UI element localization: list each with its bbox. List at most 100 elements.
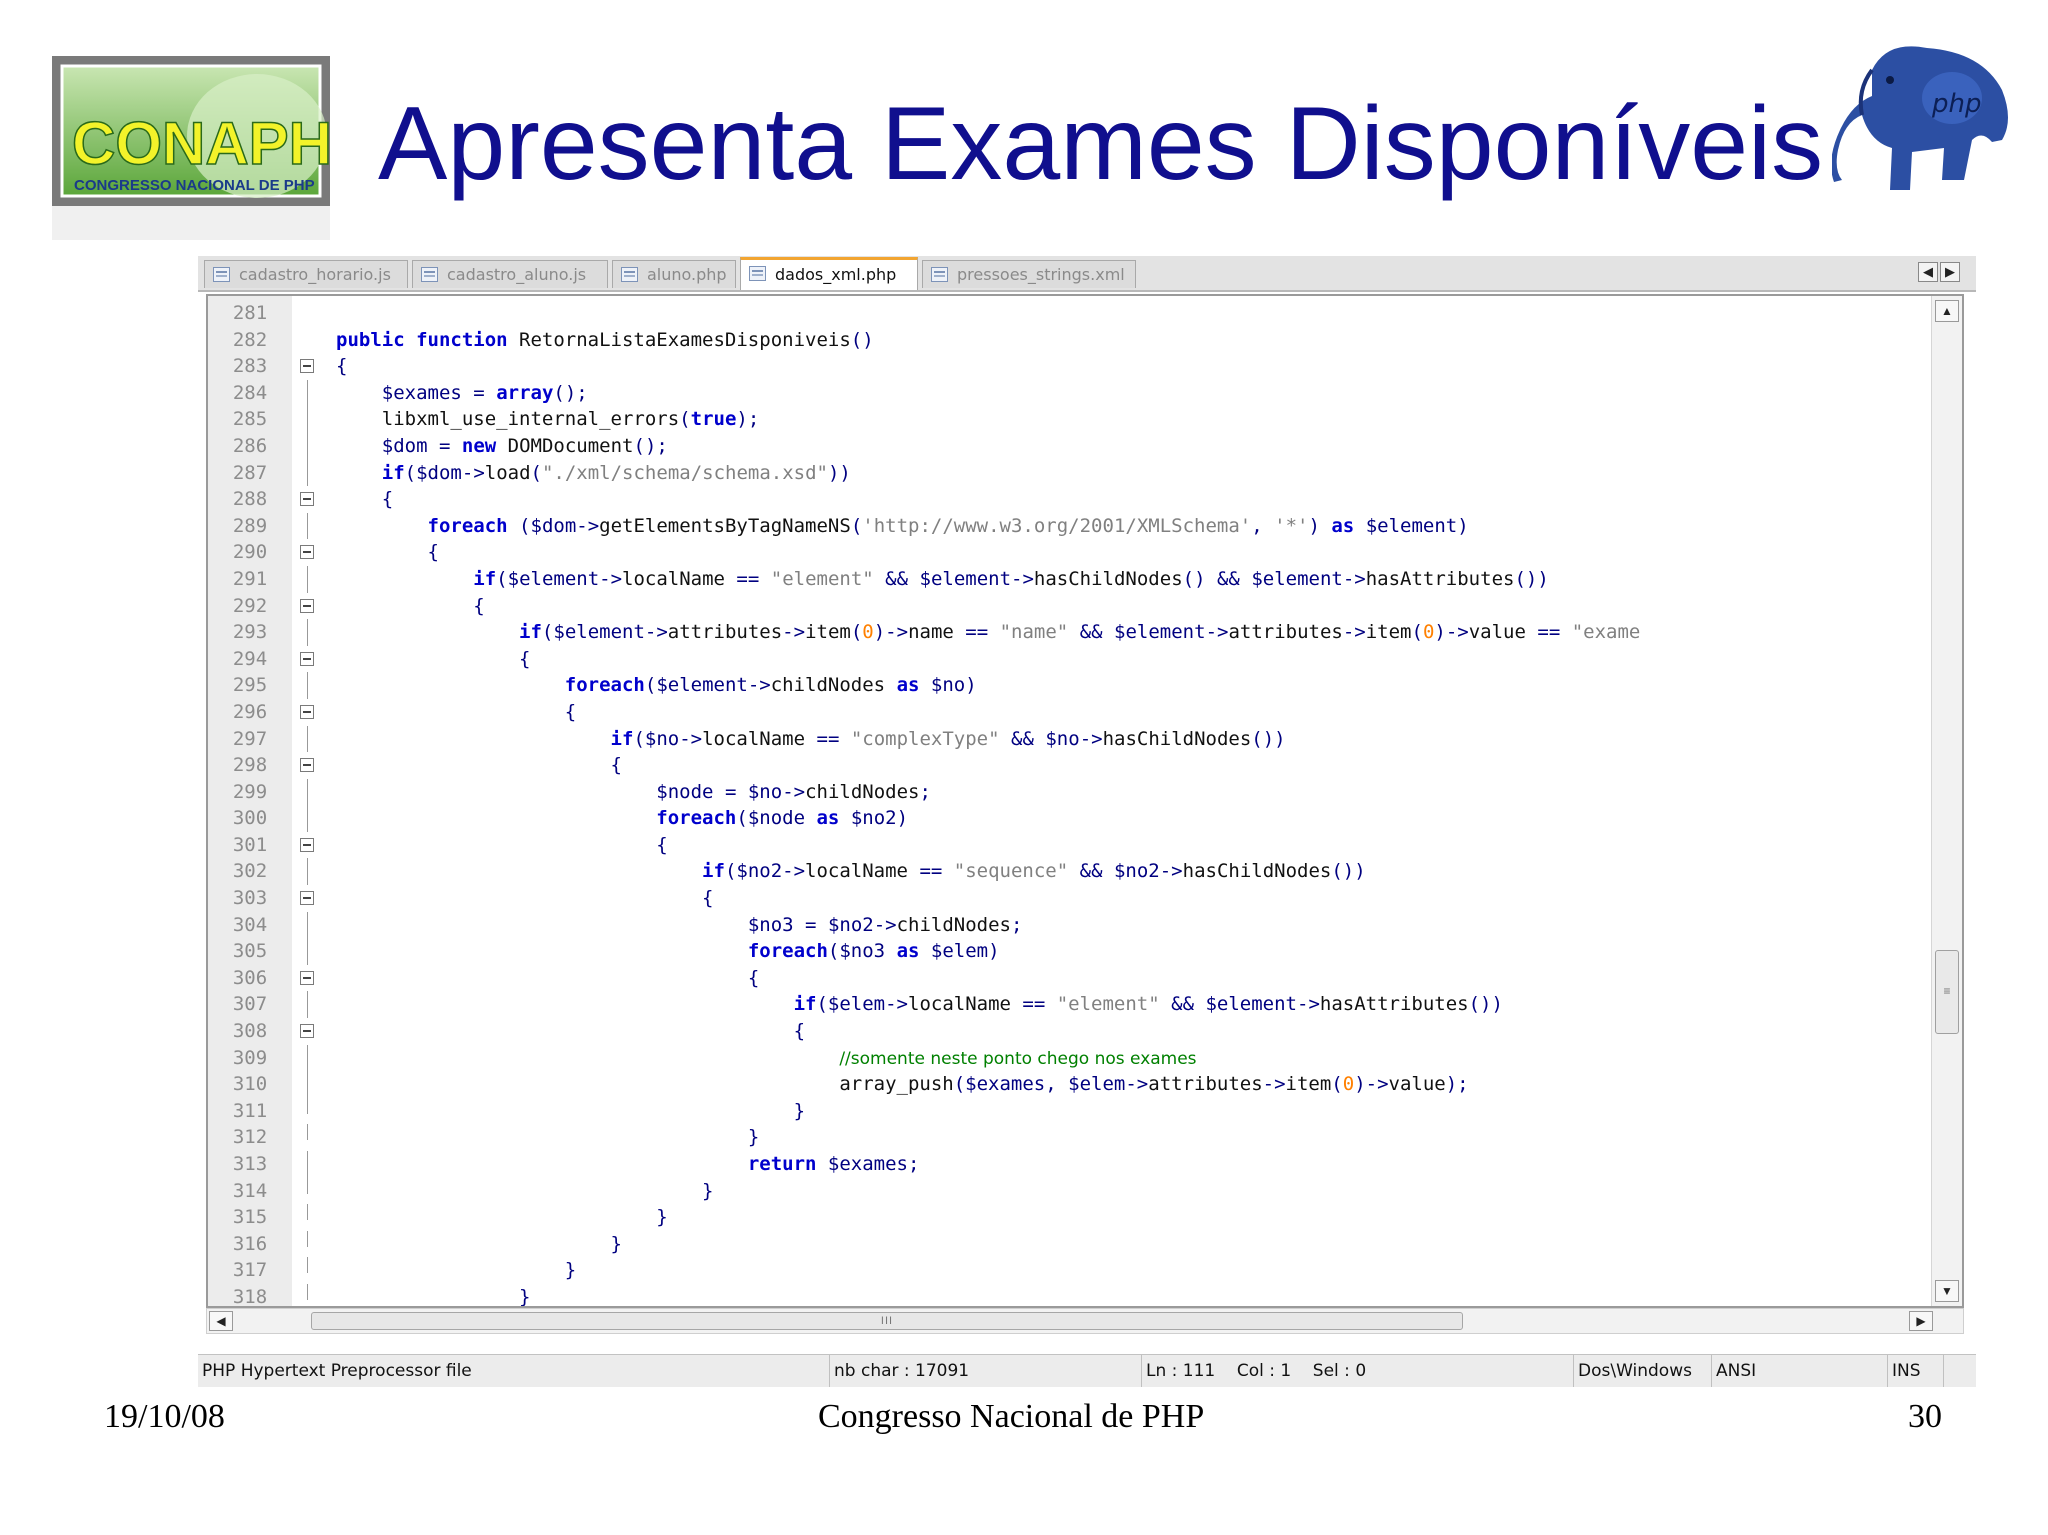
code-line[interactable]: 283 { — [208, 353, 1928, 380]
code-line[interactable]: 285 libxml_use_internal_errors(true); — [208, 406, 1928, 433]
status-cursor-position: Ln : 111 Col : 1 Sel : 0 — [1142, 1355, 1574, 1387]
code-text: foreach($node as $no2) — [656, 807, 909, 830]
conaphp-logo: CONAPHP CONGRESSO NACIONAL DE PHP — [52, 56, 373, 240]
code-line[interactable]: 301 { — [208, 832, 1928, 859]
notepadpp-editor-window: cadastro_horario.js cadastro_aluno.js al… — [198, 256, 1976, 1387]
code-line[interactable]: 317 } — [208, 1257, 1928, 1284]
code-line[interactable]: 299 $node = $no->childNodes; — [208, 778, 1928, 806]
code-line[interactable]: 309 //somente neste ponto chego nos exam… — [208, 1044, 1928, 1072]
line-number: 286 — [232, 434, 268, 457]
code-line[interactable]: 296 { — [208, 699, 1928, 726]
code-line[interactable]: 295 foreach($element->childNodes as $no) — [208, 672, 1928, 699]
tab-aluno-php[interactable]: aluno.php — [612, 260, 736, 288]
code-text: //somente neste ponto chego nos exames — [839, 1048, 1197, 1069]
code-line[interactable]: 302 if($no2->localName == "sequence" && … — [208, 858, 1928, 886]
line-number: 284 — [232, 381, 268, 404]
code-line[interactable]: 297 if($no->localName == "complexType" &… — [208, 725, 1928, 753]
code-editor-area[interactable]: 281 282 public function RetornaListaExames… — [206, 294, 1964, 1308]
code-line[interactable]: 284 $exames = array(); — [208, 379, 1928, 407]
code-line[interactable]: 294 { — [208, 646, 1928, 673]
status-insert-mode: INS — [1888, 1355, 1944, 1387]
code-line[interactable]: 304 $no3 = $no2->childNodes; — [208, 911, 1928, 939]
svg-text:CONGRESSO NACIONAL DE PHP: CONGRESSO NACIONAL DE PHP — [74, 177, 315, 194]
code-line[interactable]: 282 public function RetornaListaExamesDis… — [208, 327, 1928, 354]
code-line[interactable]: 310 array_push($exames, $elem->attribute… — [208, 1071, 1928, 1098]
tab-pressoes-strings-xml[interactable]: pressoes_strings.xml — [922, 260, 1136, 288]
code-line[interactable]: 286 $dom = new DOMDocument(); — [208, 432, 1928, 460]
code-line[interactable]: 318 } — [208, 1283, 1928, 1306]
code-line[interactable]: 306 { — [208, 965, 1928, 992]
code-line[interactable]: 312 } — [208, 1124, 1928, 1151]
file-icon — [931, 267, 948, 282]
code-line[interactable]: 314 } — [208, 1177, 1928, 1205]
fold-collapse-icon[interactable] — [300, 1024, 314, 1039]
svg-text:php: php — [1931, 89, 1982, 119]
code-line[interactable]: 292 { — [208, 593, 1928, 620]
code-line[interactable]: 281 — [208, 300, 1928, 327]
scroll-up-icon[interactable]: ▲ — [1935, 300, 1959, 322]
fold-guide-line — [307, 512, 308, 540]
fold-guide-line — [307, 1204, 308, 1221]
scroll-down-icon[interactable]: ▼ — [1935, 1280, 1959, 1302]
vertical-scrollbar[interactable]: ▲ ≡ ▼ — [1931, 296, 1962, 1306]
horizontal-scrollbar[interactable]: ◀ III ▶ — [206, 1308, 1964, 1334]
fold-collapse-icon[interactable] — [300, 704, 314, 719]
line-number: 288 — [232, 488, 268, 511]
tab-dados-xml-php[interactable]: dados_xml.php — [740, 257, 918, 290]
fold-collapse-icon[interactable] — [300, 651, 314, 666]
code-line[interactable]: 289 foreach ($dom->getElementsByTagNameN… — [208, 512, 1928, 540]
code-line[interactable]: 308 { — [208, 1018, 1928, 1045]
code-line[interactable]: 298 { — [208, 752, 1928, 779]
fold-guide-line — [307, 991, 308, 1019]
code-line[interactable]: 311 } — [208, 1097, 1928, 1125]
fold-guide-line — [307, 432, 308, 460]
code-text: { — [610, 754, 622, 777]
code-line[interactable]: 293 if($element->attributes->item(0)->na… — [208, 619, 1928, 646]
fold-guide-line — [307, 1044, 308, 1072]
code-text: { — [381, 488, 394, 511]
scroll-left-icon[interactable]: ◀ — [209, 1311, 233, 1331]
tab-scroll-right-icon[interactable]: ▶ — [1940, 262, 1960, 282]
vertical-scroll-thumb[interactable]: ≡ — [1935, 950, 1959, 1034]
tab-scroll-left-icon[interactable]: ◀ — [1918, 262, 1938, 282]
line-number: 310 — [232, 1073, 268, 1096]
code-line[interactable]: 316 } — [208, 1230, 1928, 1258]
slide-title: Apresenta Exames Disponíveis — [378, 86, 1824, 202]
fold-guide-line — [307, 379, 308, 407]
fold-collapse-icon[interactable] — [300, 970, 314, 985]
fold-collapse-icon[interactable] — [300, 891, 314, 906]
tab-cadastro-horario[interactable]: cadastro_horario.js — [204, 260, 408, 288]
code-line[interactable]: 307 if($elem->localName == "element" && … — [208, 991, 1928, 1019]
fold-collapse-icon[interactable] — [300, 545, 314, 560]
code-line[interactable]: 287 if($dom->load("./xml/schema/schema.x… — [208, 459, 1928, 487]
fold-guide-line — [307, 672, 308, 699]
line-number: 282 — [232, 328, 268, 351]
code-line[interactable]: 313 return $exames; — [208, 1151, 1928, 1178]
code-text: } — [564, 1259, 577, 1282]
code-line[interactable]: 315 } — [208, 1204, 1928, 1231]
code-text: } — [793, 1099, 806, 1122]
footer-center-title: Congresso Nacional de PHP — [818, 1398, 1205, 1435]
fold-collapse-icon[interactable] — [300, 837, 314, 852]
footer-page-number: 30 — [1908, 1398, 1942, 1435]
tab-label: cadastro_horario.js — [239, 265, 391, 284]
scroll-right-icon[interactable]: ▶ — [1909, 1311, 1933, 1331]
line-number: 283 — [232, 355, 268, 378]
horizontal-scroll-thumb[interactable]: III — [311, 1312, 1463, 1330]
line-number: 300 — [232, 807, 268, 830]
code-text: { — [656, 833, 668, 856]
fold-collapse-icon[interactable] — [300, 492, 314, 507]
fold-collapse-icon[interactable] — [300, 758, 314, 773]
fold-collapse-icon[interactable] — [300, 359, 314, 374]
code-line[interactable]: 290 { — [208, 539, 1928, 566]
code-line[interactable]: 305 foreach($no3 as $elem) — [208, 938, 1928, 965]
code-line[interactable]: 291 if($element->localName == "element" … — [208, 565, 1928, 593]
code-text: if($dom->load("./xml/schema/schema.xsd")… — [381, 461, 851, 484]
code-text: if($element->localName == "element" && $… — [473, 567, 1549, 590]
fold-collapse-icon[interactable] — [300, 598, 314, 613]
line-number: 293 — [232, 621, 268, 644]
code-line[interactable]: 300 foreach($node as $no2) — [208, 805, 1928, 832]
code-line[interactable]: 303 { — [208, 885, 1928, 912]
code-line[interactable]: 288 { — [208, 486, 1928, 513]
tab-cadastro-aluno[interactable]: cadastro_aluno.js — [412, 260, 608, 288]
